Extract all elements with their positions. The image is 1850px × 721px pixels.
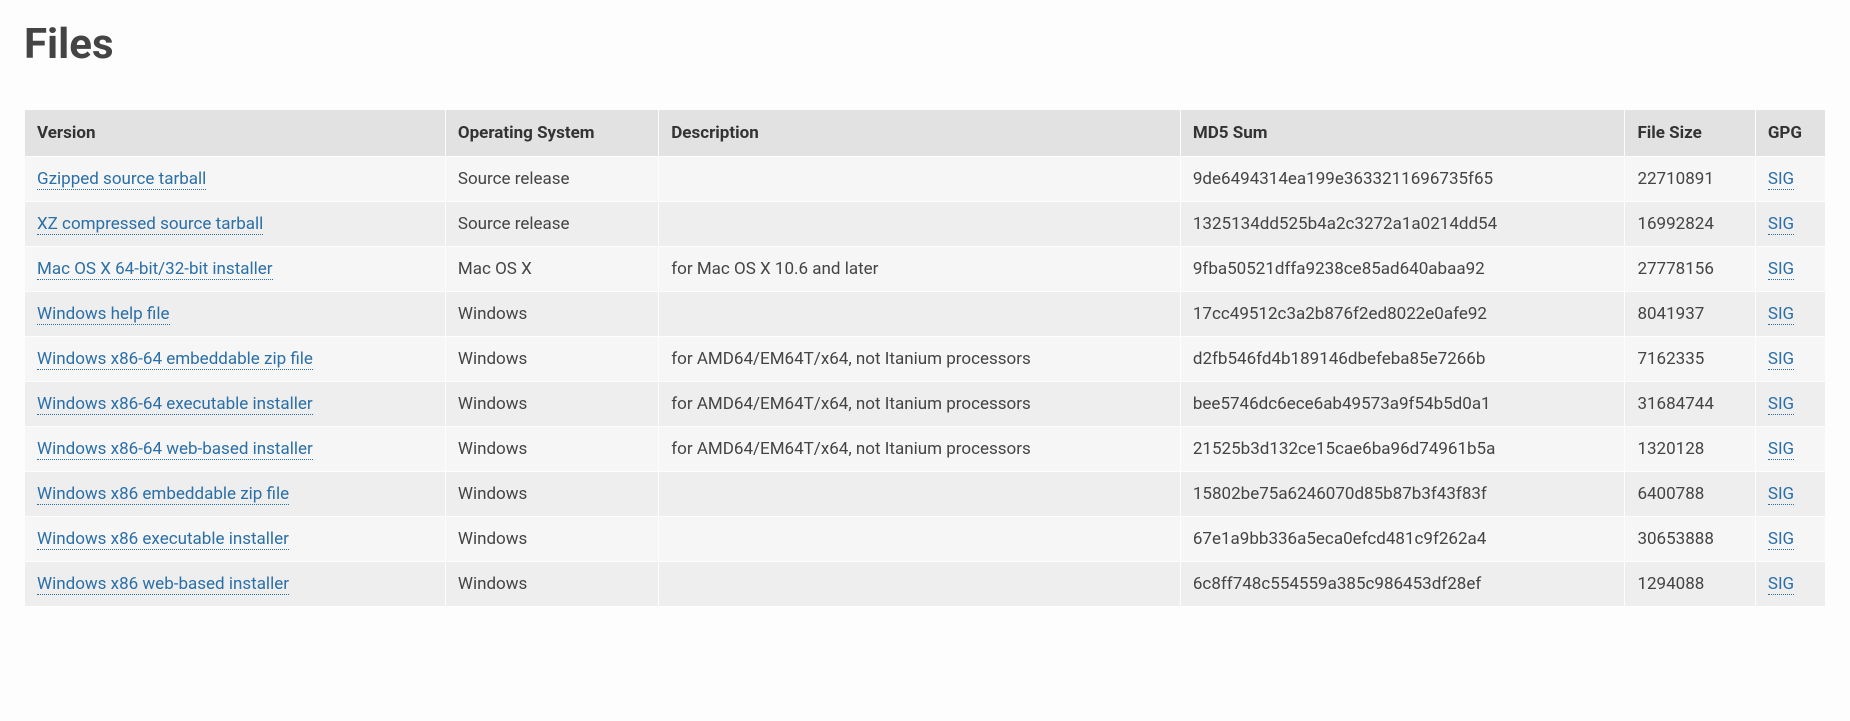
table-row: Windows x86 web-based installer Windows 6c… [25,562,1826,607]
files-table: Version Operating System Description MD5… [24,109,1826,607]
version-link[interactable]: XZ compressed source tarball [37,214,263,235]
version-link[interactable]: Windows x86 web-based installer [37,574,289,595]
sig-link[interactable]: SIG [1768,259,1794,280]
table-row: Windows x86 executable installer Windows 6… [25,517,1826,562]
table-row: XZ compressed source tarball Source relea… [25,202,1826,247]
cell-size: 22710891 [1625,157,1755,202]
cell-md5: bee5746dc6ece6ab49573a9f54b5d0a1 [1180,382,1625,427]
cell-os: Mac OS X [445,247,658,292]
cell-os: Windows [445,562,658,607]
cell-description [659,472,1181,517]
cell-version: Windows x86-64 web-based installer [25,427,446,472]
table-row: Windows help file Windows 17cc49512c3a2b87… [25,292,1826,337]
cell-description: for AMD64/EM64T/x64, not Itanium process… [659,427,1181,472]
cell-gpg: SIG [1755,247,1825,292]
cell-gpg: SIG [1755,337,1825,382]
cell-os: Windows [445,337,658,382]
cell-gpg: SIG [1755,472,1825,517]
cell-gpg: SIG [1755,157,1825,202]
cell-version: Mac OS X 64-bit/32-bit installer [25,247,446,292]
cell-version: Gzipped source tarball [25,157,446,202]
cell-md5: d2fb546fd4b189146dbefeba85e7266b [1180,337,1625,382]
sig-link[interactable]: SIG [1768,214,1794,235]
cell-size: 6400788 [1625,472,1755,517]
sig-link[interactable]: SIG [1768,484,1794,505]
sig-link[interactable]: SIG [1768,574,1794,595]
header-version: Version [25,110,446,157]
table-row: Mac OS X 64-bit/32-bit installer Mac OS X… [25,247,1826,292]
version-link[interactable]: Windows x86 embeddable zip file [37,484,289,505]
table-row: Windows x86 embeddable zip file Windows 15… [25,472,1826,517]
page-title: Files [24,20,1826,69]
header-description: Description [659,110,1181,157]
version-link[interactable]: Mac OS X 64-bit/32-bit installer [37,259,273,280]
cell-size: 27778156 [1625,247,1755,292]
version-link[interactable]: Windows x86-64 web-based installer [37,439,313,460]
cell-version: Windows help file [25,292,446,337]
cell-version: Windows x86 executable installer [25,517,446,562]
sig-link[interactable]: SIG [1768,169,1794,190]
sig-link[interactable]: SIG [1768,394,1794,415]
cell-size: 31684744 [1625,382,1755,427]
cell-os: Windows [445,517,658,562]
table-row: Windows x86-64 web-based installer Window… [25,427,1826,472]
cell-size: 8041937 [1625,292,1755,337]
cell-os: Windows [445,427,658,472]
cell-md5: 6c8ff748c554559a385c986453df28ef [1180,562,1625,607]
cell-version: Windows x86 embeddable zip file [25,472,446,517]
cell-size: 1294088 [1625,562,1755,607]
cell-version: Windows x86-64 executable installer [25,382,446,427]
version-link[interactable]: Windows x86 executable installer [37,529,289,550]
version-link[interactable]: Windows x86-64 embeddable zip file [37,349,313,370]
table-row: Gzipped source tarball Source release 9de6… [25,157,1826,202]
cell-gpg: SIG [1755,382,1825,427]
cell-description [659,517,1181,562]
cell-md5: 9de6494314ea199e3633211696735f65 [1180,157,1625,202]
cell-description: for AMD64/EM64T/x64, not Itanium process… [659,382,1181,427]
cell-md5: 17cc49512c3a2b876f2ed8022e0afe92 [1180,292,1625,337]
header-gpg: GPG [1755,110,1825,157]
sig-link[interactable]: SIG [1768,304,1794,325]
sig-link[interactable]: SIG [1768,349,1794,370]
cell-size: 30653888 [1625,517,1755,562]
cell-md5: 15802be75a6246070d85b87b3f43f83f [1180,472,1625,517]
cell-description [659,562,1181,607]
cell-gpg: SIG [1755,517,1825,562]
table-row: Windows x86-64 executable installer Windo… [25,382,1826,427]
cell-gpg: SIG [1755,202,1825,247]
cell-os: Windows [445,292,658,337]
cell-os: Windows [445,472,658,517]
cell-gpg: SIG [1755,292,1825,337]
cell-version: Windows x86-64 embeddable zip file [25,337,446,382]
cell-description [659,292,1181,337]
cell-version: Windows x86 web-based installer [25,562,446,607]
table-header-row: Version Operating System Description MD5… [25,110,1826,157]
cell-md5: 9fba50521dffa9238ce85ad640abaa92 [1180,247,1625,292]
cell-os: Windows [445,382,658,427]
cell-description [659,157,1181,202]
cell-md5: 67e1a9bb336a5eca0efcd481c9f262a4 [1180,517,1625,562]
cell-gpg: SIG [1755,562,1825,607]
header-size: File Size [1625,110,1755,157]
version-link[interactable]: Gzipped source tarball [37,169,206,190]
cell-size: 16992824 [1625,202,1755,247]
sig-link[interactable]: SIG [1768,439,1794,460]
cell-description [659,202,1181,247]
cell-md5: 1325134dd525b4a2c3272a1a0214dd54 [1180,202,1625,247]
cell-os: Source release [445,157,658,202]
cell-gpg: SIG [1755,427,1825,472]
cell-version: XZ compressed source tarball [25,202,446,247]
header-os: Operating System [445,110,658,157]
cell-md5: 21525b3d132ce15cae6ba96d74961b5a [1180,427,1625,472]
version-link[interactable]: Windows help file [37,304,170,325]
cell-os: Source release [445,202,658,247]
cell-size: 1320128 [1625,427,1755,472]
header-md5: MD5 Sum [1180,110,1625,157]
table-row: Windows x86-64 embeddable zip file Window… [25,337,1826,382]
cell-size: 7162335 [1625,337,1755,382]
version-link[interactable]: Windows x86-64 executable installer [37,394,313,415]
cell-description: for Mac OS X 10.6 and later [659,247,1181,292]
cell-description: for AMD64/EM64T/x64, not Itanium process… [659,337,1181,382]
sig-link[interactable]: SIG [1768,529,1794,550]
